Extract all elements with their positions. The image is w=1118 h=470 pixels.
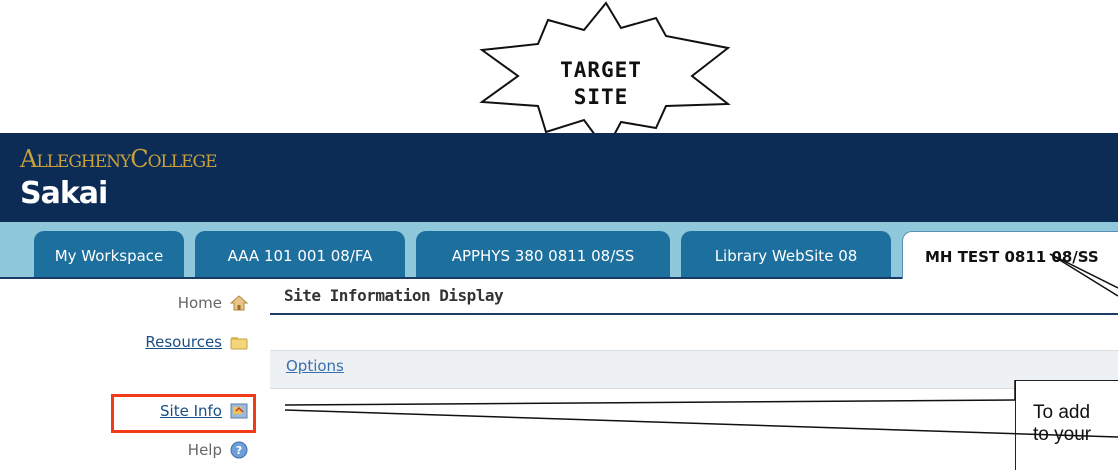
nav-item-home[interactable]: Home <box>177 294 249 312</box>
tab-mh-test-active[interactable]: MH TEST 0811 08/SS <box>902 231 1118 279</box>
folder-icon <box>230 333 248 351</box>
nav-item-resources[interactable]: Resources <box>145 333 248 351</box>
options-toolbar <box>270 350 1118 389</box>
nav-item-label: Help <box>187 441 222 459</box>
help-icon: ? <box>230 441 248 459</box>
tab-my-workspace[interactable]: My Workspace <box>34 231 184 277</box>
app-logo-text: Sakai <box>20 176 108 211</box>
nav-item-label: Home <box>177 294 222 312</box>
nav-item-label[interactable]: Resources <box>145 333 222 351</box>
options-link[interactable]: Options <box>286 357 344 375</box>
page-title: Site Information Display <box>284 286 504 305</box>
title-divider <box>270 313 1118 315</box>
site-info-highlight-box <box>111 394 256 433</box>
home-icon <box>229 294 249 312</box>
college-logo-text: ALLEGHENYCOLLEGE <box>20 145 218 173</box>
instruction-callout-text: To add to your <box>1033 402 1092 445</box>
nav-item-help[interactable]: Help ? <box>188 441 248 459</box>
tab-library-website[interactable]: Library WebSite 08 <box>681 231 891 277</box>
tab-apphys-380[interactable]: APPHYS 380 0811 08/SS <box>416 231 670 277</box>
callout-label: TARGET SITE <box>560 58 642 109</box>
tab-aaa-101[interactable]: AAA 101 001 08/FA <box>195 231 405 277</box>
svg-text:?: ? <box>236 444 242 457</box>
